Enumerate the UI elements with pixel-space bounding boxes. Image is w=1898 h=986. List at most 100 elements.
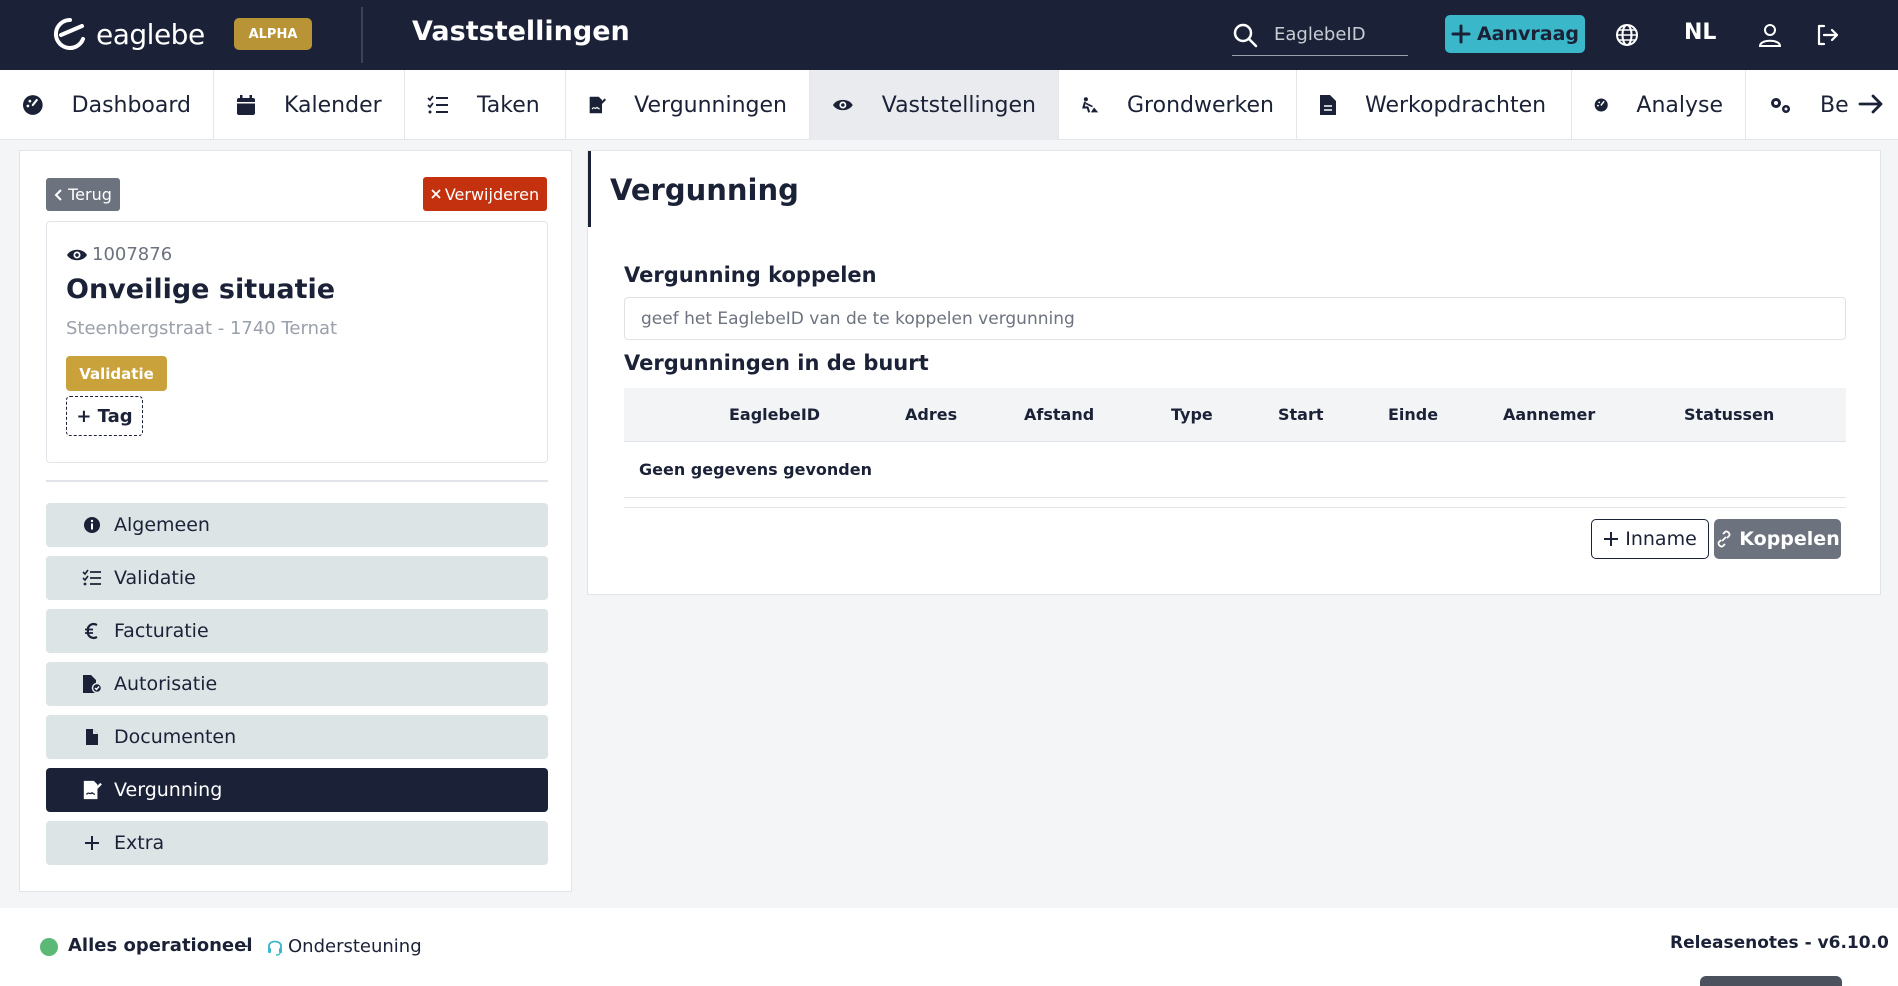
permit-icon: [83, 780, 102, 800]
koppelen-button[interactable]: Koppelen: [1714, 519, 1841, 559]
nearby-permits-label: Vergunningen in de buurt: [624, 351, 929, 375]
sidebar-item-validatie[interactable]: Validatie: [46, 556, 548, 600]
sidebar-item-extra[interactable]: Extra: [46, 821, 548, 865]
close-icon: [431, 189, 441, 199]
plus-icon: [85, 836, 99, 850]
checklist-icon: [82, 569, 101, 586]
permit-panel: Vergunning Vergunning koppelen Vergunnin…: [587, 150, 1881, 595]
chevron-left-icon: [54, 188, 62, 201]
section-title: Vergunning: [610, 173, 799, 207]
delete-button[interactable]: Verwijderen: [423, 177, 547, 211]
status-indicator-icon: [40, 938, 58, 956]
inname-button[interactable]: Inname: [1591, 519, 1709, 559]
footer-tab-handle[interactable]: [1700, 976, 1842, 986]
sidebar-item-vergunning[interactable]: Vergunning: [46, 768, 548, 812]
aanvraag-button[interactable]: Aanvraag: [1445, 15, 1585, 53]
case-sidebar: Terug Verwijderen 1007876 Onveilige situ…: [19, 150, 572, 892]
tab-label: Dashboard: [71, 92, 191, 118]
tab-label: Kalender: [284, 92, 382, 118]
koppelen-label: Koppelen: [1739, 528, 1840, 550]
column-header[interactable]: Afstand: [1024, 405, 1094, 424]
back-label: Terug: [68, 185, 112, 204]
eye-icon: [832, 99, 853, 111]
footer-separator: -: [242, 935, 249, 956]
nav-scroll-right-icon[interactable]: [1858, 92, 1884, 116]
column-header[interactable]: Statussen: [1684, 405, 1774, 424]
euro-icon: [85, 623, 98, 639]
logout-icon[interactable]: [1814, 22, 1840, 48]
globe-icon[interactable]: [1614, 22, 1640, 48]
plus-icon: [1604, 532, 1619, 546]
back-button[interactable]: Terug: [46, 178, 120, 211]
empty-row: Geen gegevens gevonden: [624, 442, 1846, 498]
eye-icon: [67, 249, 87, 260]
alpha-badge: ALPHA: [234, 18, 312, 50]
link-icon: [1717, 530, 1731, 548]
release-notes-link[interactable]: Releasenotes - v6.10.0: [1670, 933, 1889, 953]
support-link[interactable]: Ondersteuning: [266, 936, 422, 957]
column-header[interactable]: Aannemer: [1503, 405, 1595, 424]
tab-label: Grondwerken: [1127, 92, 1274, 118]
search-input[interactable]: [1274, 24, 1404, 45]
tasks-icon: [427, 95, 448, 114]
sidebar-divider: [46, 480, 548, 482]
column-header[interactable]: Adres: [905, 405, 957, 424]
file-check-icon: [83, 675, 102, 694]
case-title: Onveilige situatie: [66, 274, 336, 305]
tab-werkopdrachten[interactable]: Werkopdrachten: [1297, 70, 1572, 140]
headset-icon: [268, 940, 282, 956]
sidebar-item-label: Validatie: [114, 567, 196, 589]
table-footer-divider: [624, 507, 1846, 508]
link-permit-input[interactable]: [624, 297, 1846, 340]
nearby-permits-table: EaglebeID Adres Afstand Type Start Einde…: [624, 388, 1846, 498]
case-address: Steenbergstraat - 1740 Ternat: [66, 318, 338, 339]
column-header[interactable]: Start: [1278, 405, 1324, 424]
support-label: Ondersteuning: [288, 936, 422, 957]
aanvraag-label: Aanvraag: [1476, 23, 1580, 45]
tab-kalender[interactable]: Kalender: [214, 70, 405, 140]
case-id: 1007876: [66, 244, 172, 265]
case-card: 1007876 Onveilige situatie Steenbergstra…: [46, 221, 548, 463]
info-icon: [84, 517, 100, 533]
sidebar-item-algemeen[interactable]: Algemeen: [46, 503, 548, 547]
search-box[interactable]: [1232, 14, 1408, 56]
column-header[interactable]: Type: [1171, 405, 1213, 424]
sidebar-item-facturatie[interactable]: Facturatie: [46, 609, 548, 653]
add-tag-button[interactable]: + Tag: [66, 396, 143, 436]
tab-label: Vaststellingen: [881, 92, 1036, 118]
tab-vergunningen[interactable]: Vergunningen: [566, 70, 810, 140]
sidebar-item-documenten[interactable]: Documenten: [46, 715, 548, 759]
footer: Alles operationeel - Ondersteuning Relea…: [0, 908, 1898, 986]
tab-grondwerken[interactable]: Grondwerken: [1059, 70, 1297, 140]
logo[interactable]: eaglebe: [52, 16, 205, 52]
plus-icon: [1451, 24, 1471, 44]
tab-label: Werkopdrachten: [1365, 92, 1547, 118]
system-status[interactable]: Alles operationeel: [68, 935, 252, 956]
language-selector[interactable]: NL: [1684, 20, 1716, 45]
column-header[interactable]: Einde: [1388, 405, 1438, 424]
sidebar-item-label: Facturatie: [114, 620, 209, 642]
logo-text: eaglebe: [96, 17, 205, 51]
sidebar-item-label: Vergunning: [114, 779, 223, 801]
status-badge: Validatie: [66, 356, 167, 391]
inname-label: Inname: [1625, 528, 1697, 550]
link-permit-label: Vergunning koppelen: [624, 263, 877, 287]
sidebar-item-label: Documenten: [114, 726, 237, 748]
permit-icon: [589, 96, 607, 114]
sidebar-item-label: Autorisatie: [114, 673, 218, 695]
sidebar-item-label: Algemeen: [114, 514, 210, 536]
user-icon[interactable]: [1757, 22, 1783, 48]
tab-vaststellingen[interactable]: Vaststellingen: [810, 70, 1059, 140]
tab-taken[interactable]: Taken: [405, 70, 566, 140]
main-nav: Dashboard Kalender Taken Vergunningen Va…: [0, 70, 1898, 140]
section-accent-bar: [588, 151, 591, 227]
page-title: Vaststellingen: [412, 16, 630, 47]
table-header: EaglebeID Adres Afstand Type Start Einde…: [624, 388, 1846, 442]
column-header[interactable]: EaglebeID: [729, 405, 820, 424]
tab-analyse[interactable]: Analyse: [1572, 70, 1746, 140]
search-icon[interactable]: [1232, 22, 1258, 48]
tab-dashboard[interactable]: Dashboard: [0, 70, 214, 140]
document-icon: [1320, 95, 1336, 115]
sidebar-item-label: Extra: [114, 832, 165, 854]
sidebar-item-autorisatie[interactable]: Autorisatie: [46, 662, 548, 706]
